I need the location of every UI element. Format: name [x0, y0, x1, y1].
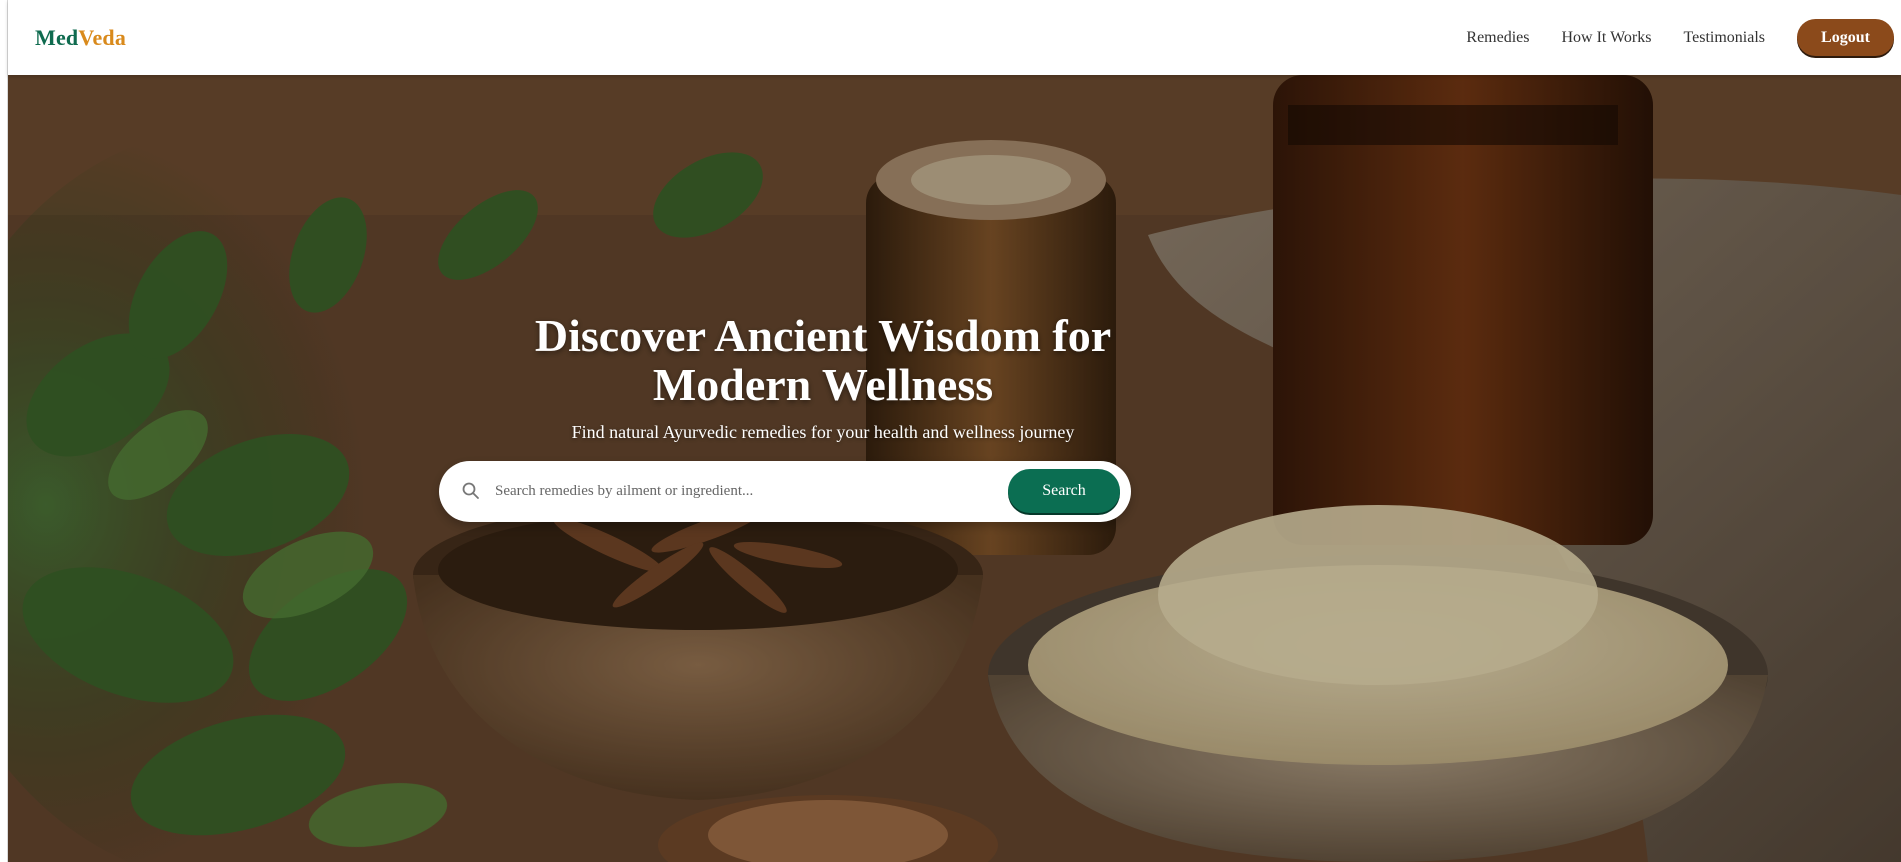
hero-subtitle: Find natural Ayurvedic remedies for your…: [571, 422, 1075, 442]
search-icon: [462, 482, 479, 499]
search-bar: Search: [439, 461, 1131, 522]
hero-title: Discover Ancient Wisdom for Modern Welln…: [8, 311, 1638, 409]
brand-logo-part-veda: Veda: [78, 24, 127, 50]
search-button[interactable]: Search: [1008, 469, 1120, 513]
nav-menu: Remedies How It Works Testimonials Logou…: [1466, 19, 1894, 56]
window-edge: [0, 0, 8, 862]
nav-link-how-it-works[interactable]: How It Works: [1561, 29, 1651, 47]
hero-title-line-1: Discover Ancient Wisdom for: [534, 309, 1112, 361]
logout-button[interactable]: Logout: [1797, 19, 1894, 56]
search-input[interactable]: [493, 475, 993, 508]
nav-link-testimonials[interactable]: Testimonials: [1683, 29, 1765, 47]
top-navbar: MedVeda Remedies How It Works Testimonia…: [8, 0, 1901, 75]
nav-link-remedies[interactable]: Remedies: [1466, 29, 1529, 47]
brand-logo[interactable]: MedVeda: [35, 25, 126, 51]
hero-section: Discover Ancient Wisdom for Modern Welln…: [8, 75, 1901, 862]
brand-logo-part-med: Med: [35, 24, 79, 50]
hero-title-line-2: Modern Wellness: [652, 358, 994, 410]
